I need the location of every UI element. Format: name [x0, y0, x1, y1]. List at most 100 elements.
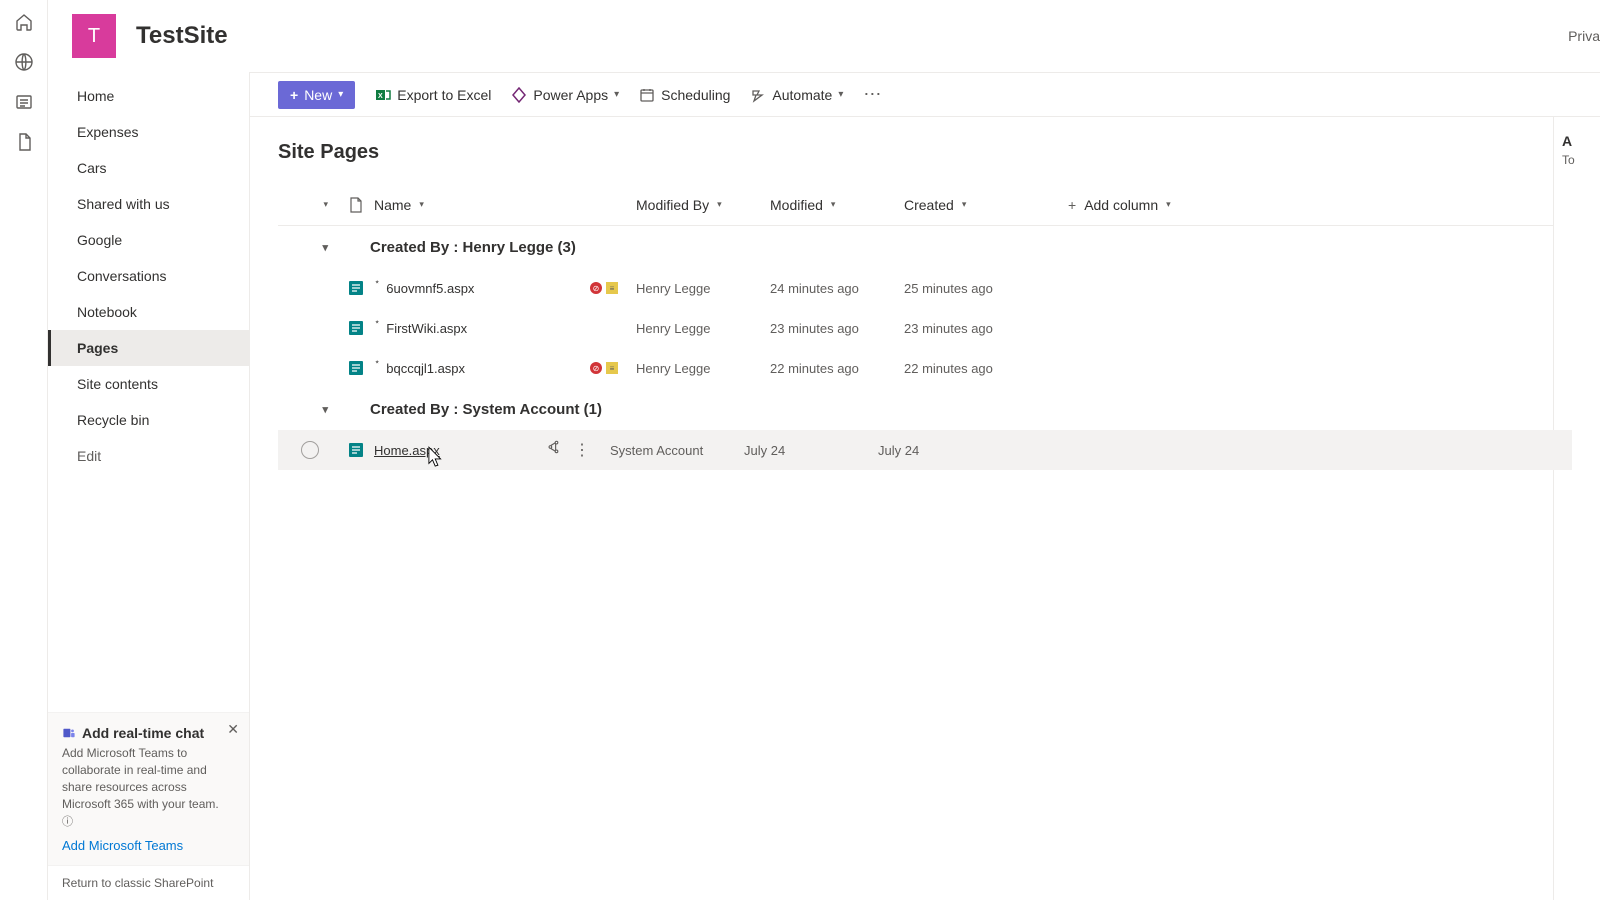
nav-cars[interactable]: Cars [48, 150, 249, 186]
chevron-down-icon: ▾ [838, 89, 843, 100]
list-item[interactable]: Home.aspx ⋮ System Account July 24 July … [278, 430, 1572, 470]
more-actions-button[interactable]: ⋯ [863, 84, 883, 105]
column-modified[interactable]: Modified▾ [770, 197, 904, 213]
teams-promo-card: ✕ Add real-time chat Add Microsoft Teams… [48, 712, 249, 865]
item-created: 23 minutes ago [904, 321, 1038, 336]
select-all-toggle[interactable]: ▾ [278, 199, 342, 210]
calendar-icon [639, 87, 655, 103]
scheduling-button[interactable]: Scheduling [639, 87, 730, 103]
group-header[interactable]: ▾ Created By : Henry Legge (3) [278, 226, 1572, 268]
blocked-icon: ⊘ [590, 282, 602, 294]
nav-pages[interactable]: Pages [48, 330, 249, 366]
column-name[interactable]: Name▾ [370, 197, 636, 213]
chevron-down-icon: ▾ [1166, 199, 1171, 210]
item-modified: July 24 [744, 443, 878, 458]
powerapps-icon [511, 87, 527, 103]
main-pane: + New ▾ X Export to Excel P [250, 72, 1600, 900]
new-button[interactable]: + New ▾ [278, 81, 355, 109]
column-created[interactable]: Created▾ [904, 197, 1038, 213]
teams-card-desc: Add Microsoft Teams to collaborate in re… [62, 745, 233, 830]
site-header: T TestSite Priva [48, 0, 1600, 72]
privacy-label: Priva [1568, 28, 1600, 44]
blocked-icon: ⊘ [590, 362, 602, 374]
draft-icon: ≡ [606, 362, 618, 374]
list-item[interactable]: ⋆bqccqjl1.aspx ⊘≡ Henry Legge 22 minutes… [278, 348, 1572, 388]
chevron-down-icon: ▾ [831, 199, 836, 210]
nav-site-contents[interactable]: Site contents [48, 366, 249, 402]
item-modified-by: System Account [610, 443, 744, 458]
export-excel-button[interactable]: X Export to Excel [375, 87, 491, 103]
nav-home[interactable]: Home [48, 78, 249, 114]
new-indicator-icon: ⋆ [374, 317, 380, 328]
item-modified-by: Henry Legge [636, 321, 770, 336]
item-modified-by: Henry Legge [636, 281, 770, 296]
nav-notebook[interactable]: Notebook [48, 294, 249, 330]
command-bar: + New ▾ X Export to Excel P [250, 73, 1600, 117]
item-modified: 24 minutes ago [770, 281, 904, 296]
page-icon [342, 319, 370, 337]
type-column-icon[interactable] [342, 197, 370, 213]
plus-icon: + [290, 87, 298, 103]
share-icon[interactable] [546, 440, 560, 460]
nav-expenses[interactable]: Expenses [48, 114, 249, 150]
svg-text:X: X [378, 93, 383, 100]
teams-card-title: Add real-time chat [82, 725, 204, 741]
column-headers: ▾ Name▾ Modified By▾ Modified▾ Created▾ … [278, 184, 1572, 226]
item-created: 25 minutes ago [904, 281, 1038, 296]
list-area: Site Pages ▾ Name▾ Modified By▾ Modified… [250, 117, 1600, 470]
new-indicator-icon: ⋆ [374, 357, 380, 368]
draft-icon: ≡ [606, 282, 618, 294]
item-name[interactable]: ⋆bqccqjl1.aspx [370, 361, 590, 376]
column-modified-by[interactable]: Modified By▾ [636, 197, 770, 213]
chevron-down-icon: ▾ [962, 199, 967, 210]
nav-recycle-bin[interactable]: Recycle bin [48, 402, 249, 438]
file-icon[interactable] [14, 132, 34, 152]
left-nav: Home Expenses Cars Shared with us Google… [48, 72, 250, 900]
page-icon [342, 441, 370, 459]
info-icon[interactable]: ⓘ [62, 816, 73, 828]
chevron-down-icon: ▾ [323, 199, 328, 210]
list-item[interactable]: ⋆FirstWiki.aspx Henry Legge 23 minutes a… [278, 308, 1572, 348]
news-icon[interactable] [14, 92, 34, 112]
site-logo[interactable]: T [72, 14, 116, 58]
more-icon[interactable]: ⋮ [574, 440, 590, 460]
automate-icon [750, 87, 766, 103]
add-column-button[interactable]: +Add column▾ [1038, 197, 1572, 213]
nav-shared[interactable]: Shared with us [48, 186, 249, 222]
new-indicator-icon: ⋆ [374, 277, 380, 288]
chevron-down-icon: ▾ [419, 199, 424, 210]
detail-sub: To [1554, 153, 1600, 167]
teams-card-link[interactable]: Add Microsoft Teams [62, 838, 183, 853]
group-label: Created By : System Account (1) [342, 401, 602, 418]
chevron-down-icon[interactable]: ▾ [278, 403, 342, 416]
item-name[interactable]: ⋆FirstWiki.aspx [370, 321, 590, 336]
item-modified: 22 minutes ago [770, 361, 904, 376]
row-select-checkbox[interactable] [301, 441, 319, 459]
nav-edit[interactable]: Edit [48, 438, 249, 474]
details-pane: A To [1553, 117, 1600, 900]
app-rail [0, 0, 48, 900]
group-header[interactable]: ▾ Created By : System Account (1) [278, 388, 1572, 430]
item-status: ⊘≡ [590, 362, 636, 374]
nav-google[interactable]: Google [48, 222, 249, 258]
globe-icon[interactable] [14, 52, 34, 72]
detail-heading: A [1554, 117, 1600, 153]
page-icon [342, 359, 370, 377]
classic-sharepoint-link[interactable]: Return to classic SharePoint [48, 865, 249, 900]
home-icon[interactable] [14, 12, 34, 32]
item-status: ⊘≡ [590, 282, 636, 294]
plus-icon: + [1068, 197, 1076, 213]
chevron-down-icon[interactable]: ▾ [278, 241, 342, 254]
nav-conversations[interactable]: Conversations [48, 258, 249, 294]
item-modified-by: Henry Legge [636, 361, 770, 376]
item-name[interactable]: ⋆6uovmnf5.aspx [370, 281, 590, 296]
list-item[interactable]: ⋆6uovmnf5.aspx ⊘≡ Henry Legge 24 minutes… [278, 268, 1572, 308]
chevron-down-icon: ▾ [614, 89, 619, 100]
item-created: 22 minutes ago [904, 361, 1038, 376]
group-label: Created By : Henry Legge (3) [342, 239, 576, 256]
power-apps-button[interactable]: Power Apps ▾ [511, 87, 619, 103]
automate-button[interactable]: Automate ▾ [750, 87, 843, 103]
close-icon[interactable]: ✕ [227, 721, 239, 738]
item-created: July 24 [878, 443, 1012, 458]
item-modified: 23 minutes ago [770, 321, 904, 336]
